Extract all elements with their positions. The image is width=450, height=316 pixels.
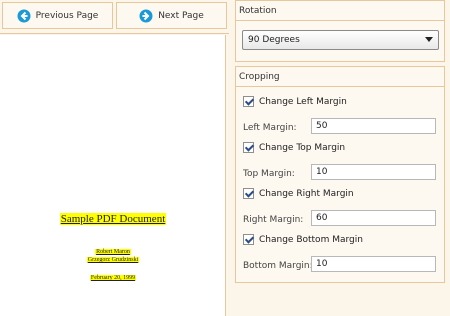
- arrow-left-circle-icon: [17, 9, 31, 22]
- left-margin-input[interactable]: 50: [311, 118, 436, 134]
- bottom-margin-input[interactable]: 10: [311, 256, 436, 272]
- change-left-margin-checkbox[interactable]: Change Left Margin: [243, 96, 347, 107]
- change-left-margin-label: Change Left Margin: [259, 96, 347, 107]
- checkbox-checked-icon[interactable]: [243, 234, 254, 245]
- cropping-group: Cropping Change Left Margin Left Margin:…: [235, 66, 445, 283]
- change-bottom-margin-checkbox[interactable]: Change Bottom Margin: [243, 234, 363, 245]
- previous-page-button[interactable]: Previous Page: [2, 2, 113, 29]
- preview-panel: Previous Page Next Page Sample PDF Docum…: [0, 0, 229, 316]
- document-affiliation: Grzegorz Grudzinski: [86, 257, 140, 263]
- next-page-label: Next Page: [158, 10, 204, 21]
- change-top-margin-label: Change Top Margin: [259, 142, 346, 153]
- change-right-margin-label: Change Right Margin: [259, 188, 354, 199]
- document-title: Sample PDF Document: [59, 213, 167, 225]
- rotation-header: Rotation: [236, 1, 444, 21]
- left-margin-label: Left Margin:: [243, 123, 297, 133]
- divider: [0, 33, 229, 34]
- chevron-down-icon: [425, 37, 433, 42]
- rotation-group: Rotation 90 Degrees: [235, 0, 445, 62]
- top-margin-label: Top Margin:: [243, 169, 295, 179]
- next-page-button[interactable]: Next Page: [116, 2, 227, 29]
- settings-panel: Rotation 90 Degrees Cropping Change Left…: [229, 0, 450, 316]
- top-margin-input[interactable]: 10: [311, 164, 436, 180]
- document-date: February 20, 1999: [89, 275, 137, 281]
- change-bottom-margin-label: Change Bottom Margin: [259, 234, 363, 245]
- checkbox-checked-icon[interactable]: [243, 188, 254, 199]
- change-top-margin-checkbox[interactable]: Change Top Margin: [243, 142, 345, 153]
- right-margin-input[interactable]: 60: [311, 210, 436, 226]
- document-author: Robert Maron: [95, 249, 131, 255]
- arrow-right-circle-icon: [139, 9, 153, 22]
- right-margin-label: Right Margin:: [243, 215, 304, 225]
- checkbox-checked-icon[interactable]: [243, 142, 254, 153]
- cropping-header: Cropping: [236, 67, 444, 87]
- rotation-selected-value: 90 Degrees: [248, 35, 300, 45]
- checkbox-checked-icon[interactable]: [243, 96, 254, 107]
- previous-page-label: Previous Page: [35, 10, 99, 21]
- change-right-margin-checkbox[interactable]: Change Right Margin: [243, 188, 354, 199]
- rotation-select[interactable]: 90 Degrees: [242, 30, 439, 50]
- bottom-margin-label: Bottom Margin:: [243, 261, 313, 271]
- document-preview: Sample PDF Document Robert Maron Grzegor…: [0, 35, 226, 316]
